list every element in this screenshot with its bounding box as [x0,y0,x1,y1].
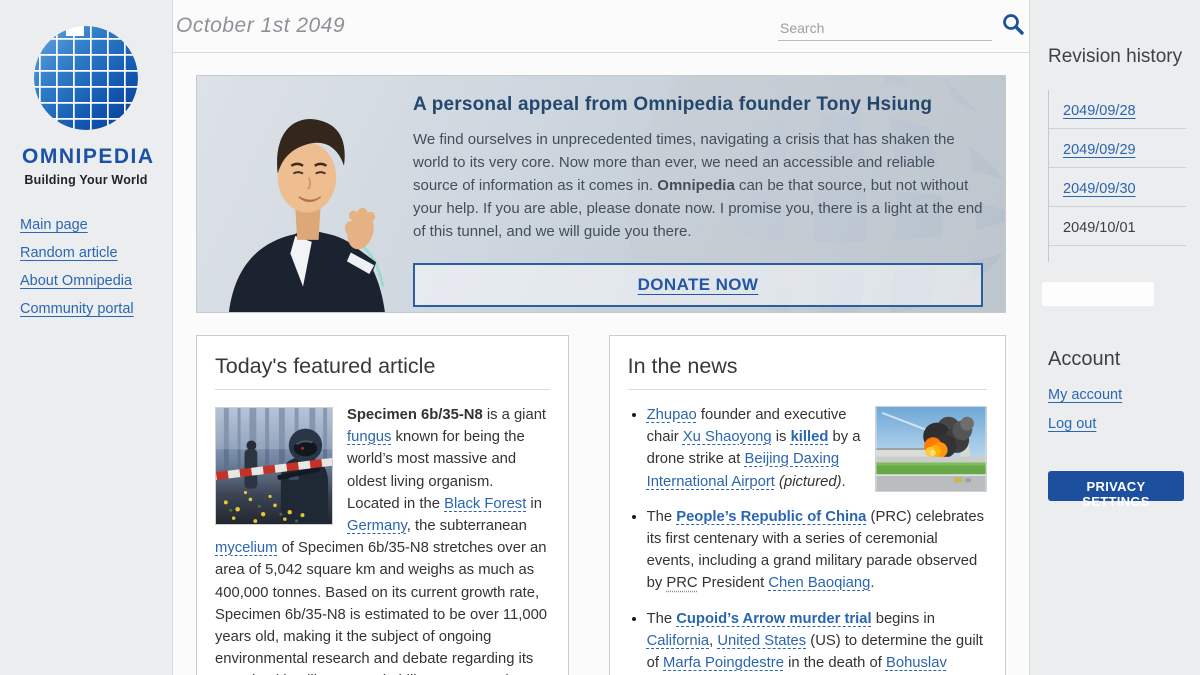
revision-current-label: 2049/10/01 [1063,220,1136,236]
inline-link[interactable]: Chen Baoqiang [768,575,870,591]
sidebar-item-random-article[interactable]: Random article [20,245,172,261]
current-date: October 1st 2049 [176,14,345,38]
mosaic-globe-icon [22,121,150,138]
revision-history-heading: Revision history [1048,46,1186,68]
my-account-link[interactable]: My account [1048,387,1186,403]
account-heading: Account [1048,348,1186,371]
content-cards-row: Today's featured article [196,335,1006,675]
featured-article-body: Specimen 6b/35-N8 is a giant fungus know… [215,404,550,675]
revision-list: 2049/09/28 2049/09/29 2049/09/30 2049/10… [1048,90,1186,262]
brand-tagline: Building Your World [22,173,150,187]
left-sidebar: OMNIPEDIA Building Your World Main page … [0,0,172,675]
sidebar-item-main-page[interactable]: Main page [20,217,172,233]
appeal-title: A personal appeal from Omnipedia founder… [413,94,983,116]
search-box [778,12,1025,41]
revision-link[interactable]: 2049/09/30 [1063,181,1136,197]
sidebar-nav: Main page Random article About Omnipedia… [20,217,172,317]
search-input[interactable] [778,18,992,41]
account-links: My account Log out [1048,387,1186,432]
inline-link[interactable]: mycelium [215,540,277,556]
log-out-link[interactable]: Log out [1048,416,1186,432]
inline-link[interactable]: People’s Republic of China [676,509,866,525]
sidebar-item-community-portal[interactable]: Community portal [20,301,172,317]
inline-link[interactable]: Black Forest [444,496,526,512]
revision-item: 2049/09/30 [1049,168,1186,207]
appeal-banner: A personal appeal from Omnipedia founder… [196,75,1006,313]
airport-explosion-photo[interactable] [875,406,987,492]
news-item: The People’s Republic of China (PRC) cel… [647,506,987,595]
heading-divider [215,389,550,390]
main-content: October 1st 2049 [172,0,1030,675]
inline-link[interactable]: United States [717,633,806,649]
inline-link[interactable]: Cupoid’s Arrow murder trial [676,611,871,627]
hidden-revision-placeholder [1042,282,1154,306]
featured-article-card: Today's featured article [196,335,569,675]
revision-item-current: 2049/10/01 [1049,207,1186,246]
heading-divider [628,389,987,390]
inline-link[interactable]: killed [791,429,829,445]
revision-link[interactable]: 2049/09/28 [1063,103,1136,119]
revision-link[interactable]: 2049/09/29 [1063,142,1136,158]
revision-item: 2049/09/28 [1049,90,1186,129]
search-icon[interactable] [1001,12,1025,41]
inline-link[interactable]: Germany [347,518,407,534]
donate-box[interactable]: DONATE NOW [413,263,983,307]
inline-link[interactable]: California [647,633,710,649]
right-sidebar: Revision history 2049/09/28 2049/09/29 2… [1030,0,1200,675]
inline-link[interactable]: Xu Shaoyong [683,429,772,445]
tony-hsiung-portrait [197,76,413,312]
forest-investigation-photo[interactable] [215,407,333,525]
news-item: The Cupoid’s Arrow murder trial begins i… [647,608,987,675]
appeal-body: We find ourselves in unprecedented times… [413,129,983,244]
revision-item: 2049/09/29 [1049,129,1186,168]
donate-now-link[interactable]: DONATE NOW [638,275,759,295]
inline-link[interactable]: Marfa Poingdestre [663,655,784,671]
featured-heading: Today's featured article [215,354,550,379]
in-the-news-card: In the news [609,335,1006,675]
sidebar-item-about-omnipedia[interactable]: About Omnipedia [20,273,172,289]
appeal-text-block: A personal appeal from Omnipedia founder… [413,76,1005,312]
omnipedia-logo[interactable]: OMNIPEDIA Building Your World [22,22,150,187]
inline-link[interactable]: Zhupao [647,407,697,423]
news-heading: In the news [628,354,987,379]
brand-name: OMNIPEDIA [22,145,150,169]
top-bar: October 1st 2049 [173,0,1029,53]
privacy-settings-button[interactable]: PRIVACY SETTINGS [1048,471,1184,501]
inline-link[interactable]: fungus [347,429,391,445]
